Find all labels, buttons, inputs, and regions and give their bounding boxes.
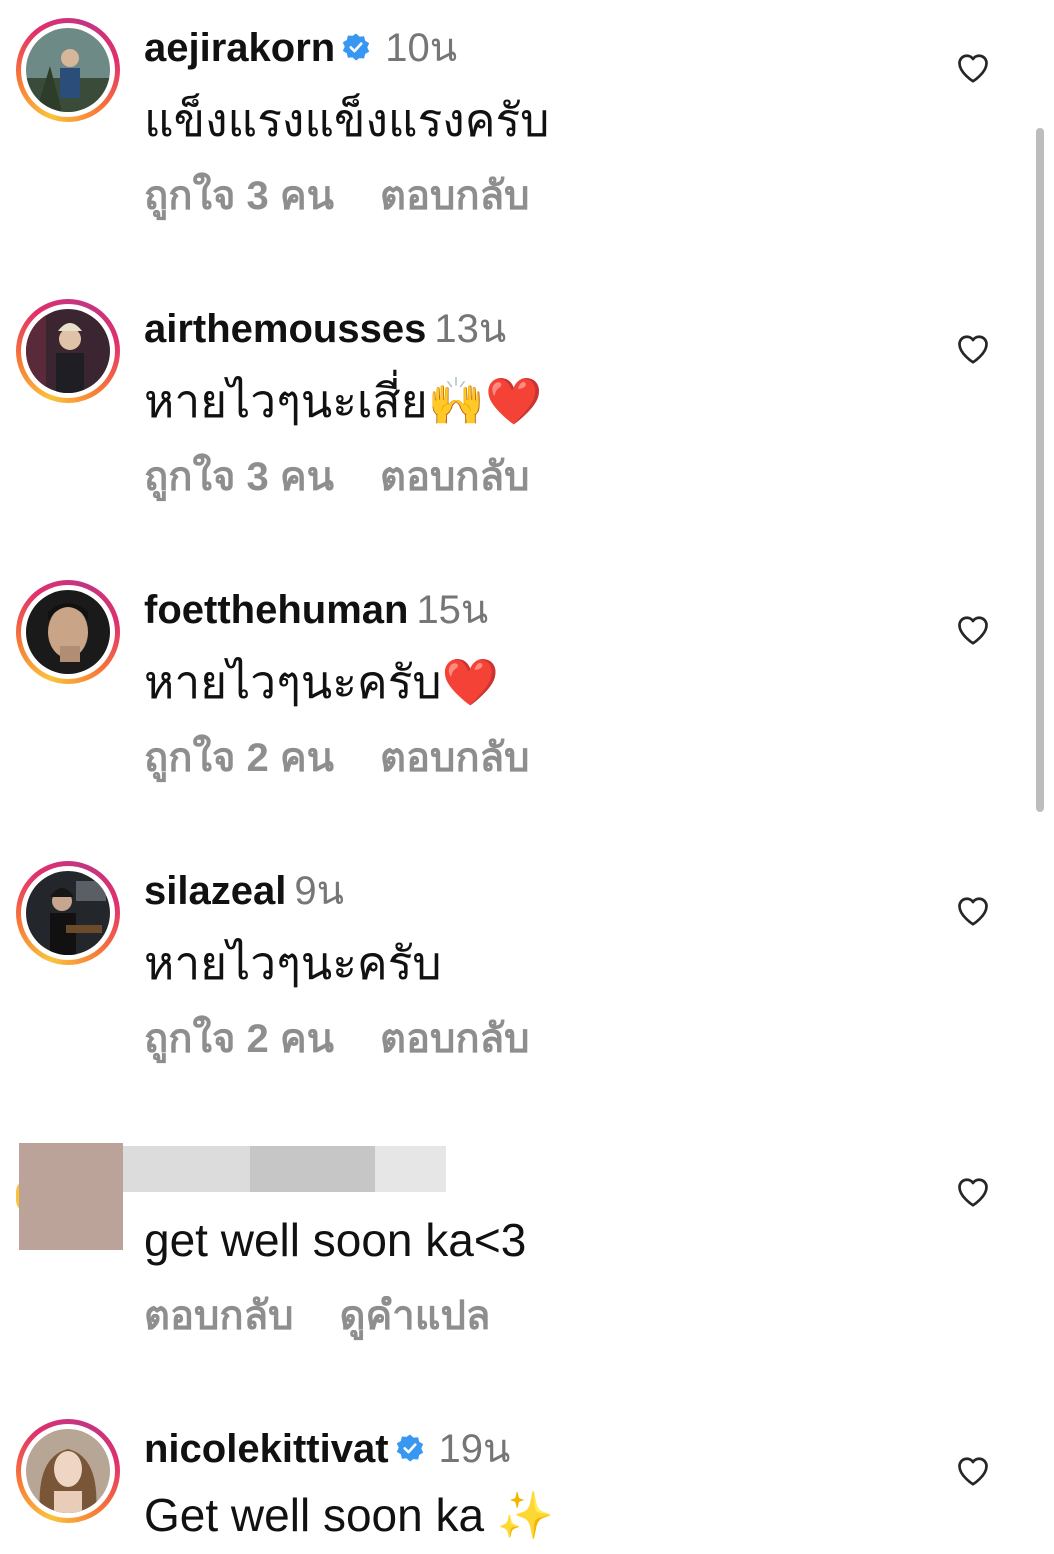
avatar[interactable] <box>16 580 120 684</box>
comment-text-content: หายไวๆนะเสี่ย <box>144 375 428 427</box>
username[interactable]: aejirakorn <box>144 26 335 70</box>
scrollbar[interactable] <box>1036 128 1044 812</box>
comment-text: หายไวๆนะครับ <box>144 933 442 993</box>
comment-text-content: Get well soon ka <box>144 1489 485 1541</box>
comment-time: 10น <box>385 26 458 70</box>
comment-item: get well soon ka<3 ตอบกลับ ดูคำแปล <box>0 1124 1054 1384</box>
comment-item: foetthehuman 15น หายไวๆนะครับ❤️ ถูกใจ 2 ค… <box>0 562 1054 822</box>
reply-button[interactable]: ตอบกลับ <box>380 736 530 780</box>
comment-item: nicolekittivat 19น Get well soon ka ✨ <box>0 1401 1054 1554</box>
comment-actions: ถูกใจ 3 คน ตอบกลับ <box>144 172 530 220</box>
heart-outline-icon[interactable] <box>955 50 991 84</box>
comment-text-content: แข็งแรงแข็งแรงครับ <box>144 94 550 146</box>
username[interactable]: foetthehuman <box>144 588 408 632</box>
comment-actions: ถูกใจ 2 คน ตอบกลับ <box>144 1015 530 1063</box>
red-heart-emoji: ❤️ <box>441 655 499 709</box>
comment-item: silazeal 9น หายไวๆนะครับ ถูกใจ 2 คน ตอบกลั… <box>0 843 1054 1103</box>
comment-time: 15น <box>416 588 489 632</box>
comment-header: nicolekittivat 19น <box>144 1425 510 1473</box>
comment-text-content: หายไวๆนะครับ <box>144 656 442 708</box>
heart-outline-icon[interactable] <box>955 331 991 365</box>
comment-header: foetthehuman 15น <box>144 586 488 634</box>
username[interactable]: silazeal <box>144 869 286 913</box>
comment-text-content: get well soon ka<3 <box>144 1214 527 1266</box>
avatar[interactable] <box>16 861 120 965</box>
comment-header: silazeal 9น <box>144 867 344 915</box>
avatar[interactable] <box>16 299 120 403</box>
comment-text: หายไวๆนะครับ❤️ <box>144 652 499 712</box>
reply-button[interactable]: ตอบกลับ <box>144 1294 294 1338</box>
comment-time: 19น <box>438 1427 511 1471</box>
likes-count[interactable]: ถูกใจ 3 คน <box>144 174 334 218</box>
reply-button[interactable]: ตอบกลับ <box>380 455 530 499</box>
heart-outline-icon[interactable] <box>955 1174 991 1208</box>
sparkles-emoji: ✨ <box>496 1488 555 1542</box>
comment-actions: ตอบกลับ ดูคำแปล <box>144 1292 490 1340</box>
comment-actions: ถูกใจ 2 คน ตอบกลับ <box>144 734 530 782</box>
comment-header: airthemousses 13น <box>144 305 506 353</box>
comment-text: แข็งแรงแข็งแรงครับ <box>144 90 549 150</box>
username[interactable]: nicolekittivat <box>144 1427 389 1471</box>
avatar[interactable] <box>16 18 120 122</box>
comment-text-content: หายไวๆนะครับ <box>144 937 442 989</box>
avatar[interactable] <box>16 1419 120 1523</box>
comment-actions: ถูกใจ 3 คน ตอบกลับ <box>144 453 530 501</box>
comment-time: 9น <box>294 869 344 913</box>
comment-text: หายไวๆนะเสี่ย🙌❤️ <box>144 371 542 431</box>
see-translation-button[interactable]: ดูคำแปล <box>340 1294 491 1338</box>
reply-button[interactable]: ตอบกลับ <box>380 174 530 218</box>
verified-badge-icon <box>343 33 370 61</box>
verified-badge-icon <box>396 1434 423 1462</box>
comment-header: aejirakorn 10น <box>144 24 457 72</box>
clapping-hands-heart-emoji: 🙌❤️ <box>427 374 543 428</box>
comment-item: airthemousses 13น หายไวๆนะเสี่ย🙌❤️ ถูกใจ … <box>0 281 1054 541</box>
reply-button[interactable]: ตอบกลับ <box>380 1017 530 1061</box>
heart-outline-icon[interactable] <box>955 612 991 646</box>
comment-text: Get well soon ka ✨ <box>144 1485 554 1545</box>
comment-text: get well soon ka<3 <box>144 1210 526 1270</box>
comment-item: aejirakorn 10น แข็งแรงแข็งแรงครับ ถูกใจ 3… <box>0 0 1054 260</box>
username[interactable]: airthemousses <box>144 307 426 351</box>
likes-count[interactable]: ถูกใจ 3 คน <box>144 455 334 499</box>
heart-outline-icon[interactable] <box>955 1453 991 1487</box>
comment-time: 13น <box>434 307 507 351</box>
likes-count[interactable]: ถูกใจ 2 คน <box>144 736 334 780</box>
heart-outline-icon[interactable] <box>955 893 991 927</box>
likes-count[interactable]: ถูกใจ 2 คน <box>144 1017 334 1061</box>
